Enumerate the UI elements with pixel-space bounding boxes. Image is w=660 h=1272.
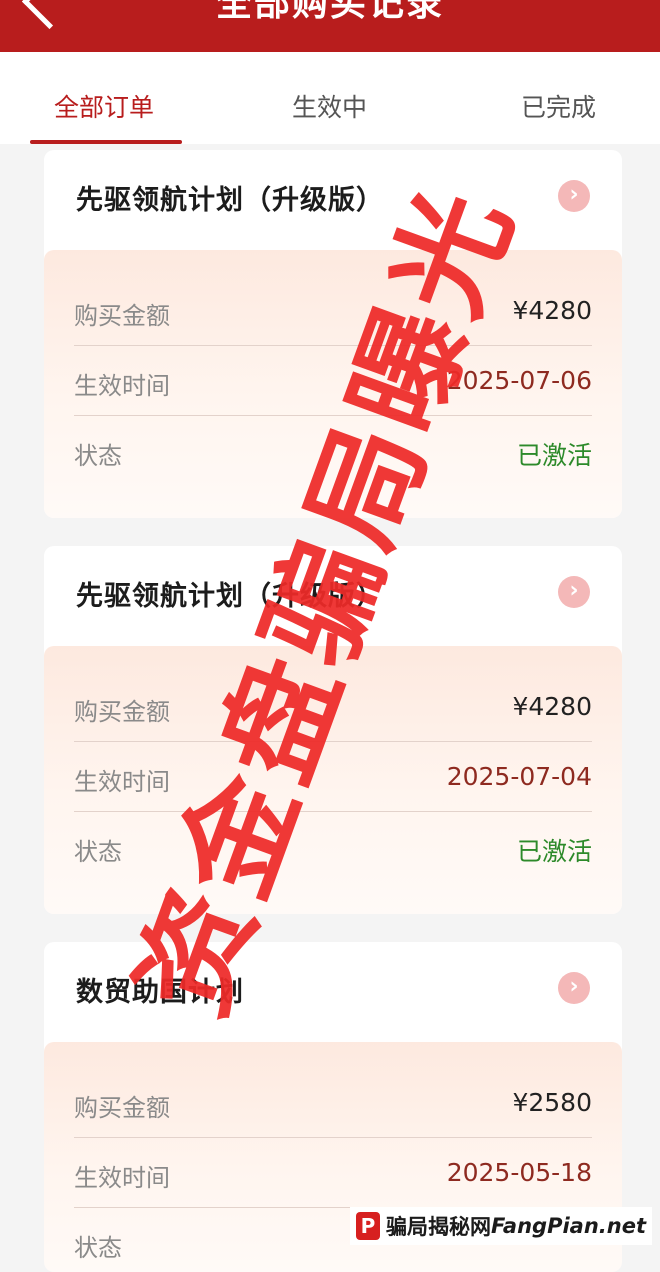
effective-time-label: 生效时间 <box>74 768 170 796</box>
logo-text: 骗局揭秘网 <box>385 1215 491 1239</box>
status-label: 状态 <box>74 838 122 866</box>
status-badge: 已激活 <box>516 441 592 470</box>
tab-all-orders[interactable]: 全部订单 <box>54 88 154 124</box>
status-row: 状态 已激活 <box>74 812 592 881</box>
amount-label: 购买金额 <box>74 698 170 726</box>
active-tab-indicator <box>30 140 182 144</box>
chevron-right-icon[interactable]: › <box>558 972 590 1004</box>
effective-time-value: 2025-07-04 <box>446 762 592 791</box>
tab-completed[interactable]: 已完成 <box>521 88 596 124</box>
amount-label: 购买金额 <box>74 302 170 330</box>
effective-time-label: 生效时间 <box>74 1164 170 1192</box>
effective-time-value: 2025-05-18 <box>446 1158 592 1187</box>
status-badge: 已激活 <box>516 837 592 866</box>
amount-value: ¥2580 <box>512 1088 592 1117</box>
chevron-right-icon[interactable]: › <box>558 576 590 608</box>
logo-p-icon: P <box>355 1212 380 1240</box>
effective-time-label: 生效时间 <box>74 372 170 400</box>
effective-time-row: 生效时间 2025-05-18 <box>74 1138 592 1208</box>
tab-in-effect[interactable]: 生效中 <box>292 88 367 124</box>
amount-row: 购买金额 ¥4280 <box>74 276 592 346</box>
order-title: 先驱领航计划（升级版） <box>76 185 384 216</box>
status-label: 状态 <box>74 442 122 470</box>
amount-label: 购买金额 <box>74 1094 170 1122</box>
amount-value: ¥4280 <box>512 296 592 325</box>
amount-row: 购买金额 ¥2580 <box>74 1068 592 1138</box>
amount-value: ¥4280 <box>512 692 592 721</box>
status-label: 状态 <box>74 1234 122 1262</box>
logo-site: FangPian.net <box>490 1214 646 1238</box>
header-bar: 全部购买记录 <box>0 0 660 52</box>
tab-bar: 全部订单 生效中 已完成 <box>0 52 660 144</box>
chevron-right-icon[interactable]: › <box>558 180 590 212</box>
site-logo: P 骗局揭秘网 FangPian.net <box>349 1207 652 1245</box>
page-title: 全部购买记录 <box>215 0 444 24</box>
